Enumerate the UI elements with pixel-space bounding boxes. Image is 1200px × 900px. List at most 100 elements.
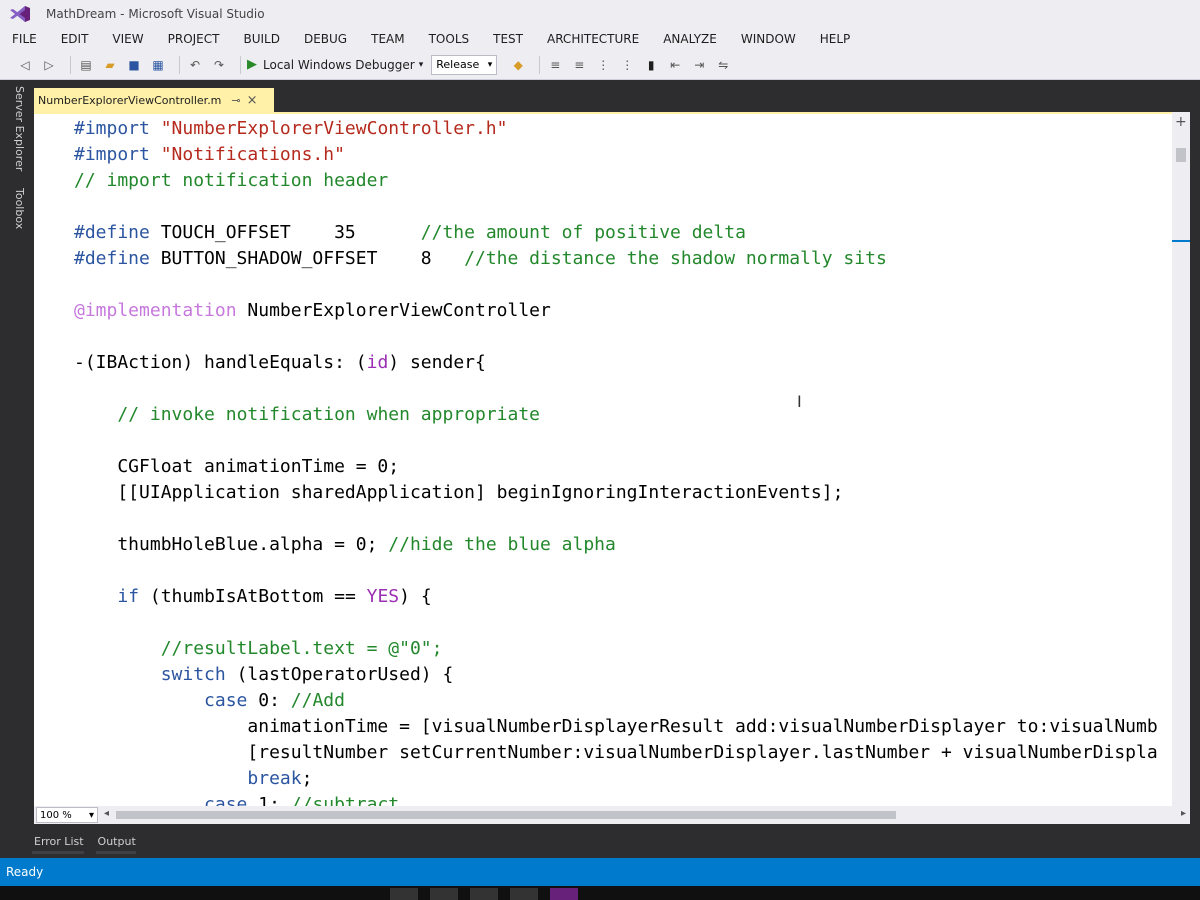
code-line[interactable]	[74, 376, 1158, 402]
code-line[interactable]: if (thumbIsAtBottom == YES) {	[74, 584, 1158, 610]
code-token: 0:	[247, 690, 291, 711]
server-explorer-tab[interactable]: Server Explorer	[6, 86, 26, 171]
code-token: NumberExplorerViewController	[247, 300, 551, 321]
redo-icon[interactable]: ↷	[210, 56, 228, 74]
tab-output[interactable]: Output	[95, 830, 136, 854]
menu-bar: FILE EDIT VIEW PROJECT BUILD DEBUG TEAM …	[0, 28, 1200, 50]
close-icon[interactable]: ×	[247, 93, 258, 108]
code-line[interactable]	[74, 272, 1158, 298]
code-line[interactable]: CGFloat animationTime = 0;	[74, 454, 1158, 480]
taskbar-app-icon[interactable]	[390, 888, 418, 900]
code-token: YES	[366, 586, 400, 607]
align-right-icon[interactable]: ≡	[570, 56, 588, 74]
scroll-right-icon[interactable]: ▸	[1181, 808, 1186, 819]
new-project-icon[interactable]: ▤	[77, 56, 95, 74]
menu-test[interactable]: TEST	[493, 32, 523, 46]
text-cursor-icon: I	[797, 392, 802, 411]
open-file-icon[interactable]: ▰	[101, 56, 119, 74]
code-token: //resultLabel.text = @"0";	[160, 638, 443, 659]
code-line[interactable]: #define TOUCH_OFFSET 35 //the amount of …	[74, 220, 1158, 246]
solution-configuration-select[interactable]: Release ▾	[431, 54, 498, 75]
find-icon[interactable]: ◆	[509, 56, 527, 74]
menu-edit[interactable]: EDIT	[61, 32, 89, 46]
menu-window[interactable]: WINDOW	[741, 32, 796, 46]
taskbar-app-icon[interactable]	[470, 888, 498, 900]
menu-project[interactable]: PROJECT	[168, 32, 220, 46]
next-bookmark-icon[interactable]: ⇥	[690, 56, 708, 74]
undo-icon[interactable]: ↶	[186, 56, 204, 74]
horizontal-scrollbar[interactable]: ◂ ▸	[104, 808, 1190, 822]
code-line[interactable]: case 0: //Add	[74, 688, 1158, 714]
code-line[interactable]: animationTime = [visualNumberDisplayerRe…	[74, 714, 1158, 740]
code-token: CGFloat animationTime = 0;	[74, 456, 400, 477]
code-line[interactable]: // invoke notification when appropriate	[74, 402, 1158, 428]
code-line[interactable]: @implementation NumberExplorerViewContro…	[74, 298, 1158, 324]
title-bar: MathDream - Microsoft Visual Studio	[0, 0, 1200, 28]
menu-tools[interactable]: TOOLS	[429, 32, 470, 46]
code-line[interactable]: #import "Notifications.h"	[74, 142, 1158, 168]
code-text[interactable]: #import "NumberExplorerViewController.h"…	[74, 116, 1158, 806]
code-token: case	[204, 690, 248, 711]
code-line[interactable]: -(IBAction) handleEquals: (id) sender{	[74, 350, 1158, 376]
bookmark-icon[interactable]: ▮	[642, 56, 660, 74]
tab-error-list[interactable]: Error List	[32, 830, 84, 854]
menu-view[interactable]: VIEW	[112, 32, 143, 46]
code-line[interactable]	[74, 558, 1158, 584]
toolbox-tab[interactable]: Toolbox	[6, 188, 26, 229]
menu-help[interactable]: HELP	[820, 32, 851, 46]
code-token: (lastOperatorUsed) {	[225, 664, 454, 685]
code-line[interactable]	[74, 506, 1158, 532]
menu-architecture[interactable]: ARCHITECTURE	[547, 32, 639, 46]
code-line[interactable]: thumbHoleBlue.alpha = 0; //hide the blue…	[74, 532, 1158, 558]
scrollbar-thumb[interactable]	[1176, 148, 1186, 162]
clear-bookmarks-icon[interactable]: ⇋	[714, 56, 732, 74]
code-editor[interactable]: #import "NumberExplorerViewController.h"…	[34, 112, 1172, 806]
prev-bookmark-icon[interactable]: ⇤	[666, 56, 684, 74]
code-line[interactable]: #define BUTTON_SHADOW_OFFSET 8 //the dis…	[74, 246, 1158, 272]
code-line[interactable]: case 1: //subtract	[74, 792, 1158, 806]
code-token: case	[204, 794, 248, 806]
scroll-left-icon[interactable]: ◂	[104, 808, 109, 819]
code-line[interactable]: #import "NumberExplorerViewController.h"	[74, 116, 1158, 142]
code-line[interactable]: [[UIApplication sharedApplication] begin…	[74, 480, 1158, 506]
code-line[interactable]: switch (lastOperatorUsed) {	[74, 662, 1158, 688]
code-line[interactable]	[74, 428, 1158, 454]
taskbar-app-icon[interactable]	[430, 888, 458, 900]
navigate-forward-icon[interactable]: ▷	[40, 56, 58, 74]
save-all-icon[interactable]: ▦	[149, 56, 167, 74]
code-token: ) sender{	[388, 352, 486, 373]
menu-file[interactable]: FILE	[12, 32, 37, 46]
tab-number-explorer-view-controller[interactable]: NumberExplorerViewController.m ⊸ ×	[34, 88, 274, 112]
zoom-select[interactable]: 100 % ▾	[36, 807, 98, 823]
menu-build[interactable]: BUILD	[243, 32, 279, 46]
comment-icon[interactable]: ⋮	[594, 56, 612, 74]
chevron-down-icon: ▾	[418, 59, 424, 70]
save-icon[interactable]: ■	[125, 56, 143, 74]
align-left-icon[interactable]: ≡	[546, 56, 564, 74]
code-line[interactable]: break;	[74, 766, 1158, 792]
code-token: animationTime = [visualNumberDisplayerRe…	[74, 716, 1158, 737]
code-line[interactable]: //resultLabel.text = @"0";	[74, 636, 1158, 662]
taskbar-visual-studio-icon[interactable]	[550, 888, 578, 900]
code-line[interactable]: // import notification header	[74, 168, 1158, 194]
navigate-back-icon[interactable]: ◁	[16, 56, 34, 74]
menu-analyze[interactable]: ANALYZE	[663, 32, 717, 46]
menu-team[interactable]: TEAM	[371, 32, 404, 46]
code-token: thumbHoleBlue.alpha = 0;	[74, 534, 389, 555]
chevron-down-icon: ▾	[487, 59, 493, 70]
code-line[interactable]	[74, 194, 1158, 220]
standard-toolbar: ◁ ▷ ▤ ▰ ■ ▦ ↶ ↷ ▶ Local Windows Debugger…	[0, 50, 1200, 80]
code-token: // import notification header	[74, 170, 389, 191]
split-window-icon[interactable]: +	[1175, 114, 1187, 130]
code-line[interactable]: [resultNumber setCurrentNumber:visualNum…	[74, 740, 1157, 766]
code-line[interactable]	[74, 610, 1158, 636]
start-debugging-button[interactable]: ▶ Local Windows Debugger ▾	[247, 57, 423, 72]
taskbar-app-icon[interactable]	[510, 888, 538, 900]
code-line[interactable]	[74, 324, 1158, 350]
vertical-scrollbar[interactable]: +	[1172, 112, 1190, 806]
menu-debug[interactable]: DEBUG	[304, 32, 347, 46]
uncomment-icon[interactable]: ⋮	[618, 56, 636, 74]
pin-icon[interactable]: ⊸	[231, 94, 240, 107]
horizontal-scrollbar-thumb[interactable]	[116, 811, 896, 819]
